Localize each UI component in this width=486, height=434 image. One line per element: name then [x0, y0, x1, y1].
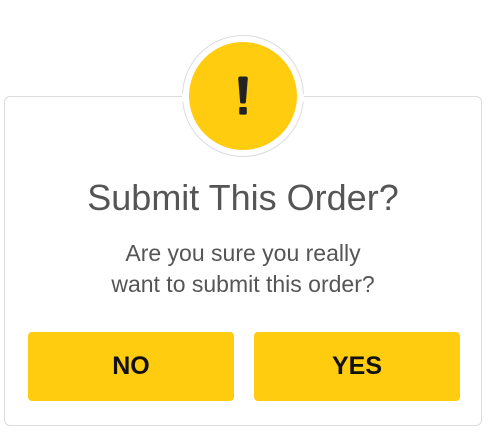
dialog-title: Submit This Order? [87, 177, 399, 218]
yes-button[interactable]: YES [254, 332, 460, 401]
dialog-message: Are you sure you really want to submit t… [111, 240, 375, 297]
no-button[interactable]: NO [28, 332, 234, 401]
exclamation-icon [238, 76, 248, 115]
alert-badge [189, 42, 297, 150]
